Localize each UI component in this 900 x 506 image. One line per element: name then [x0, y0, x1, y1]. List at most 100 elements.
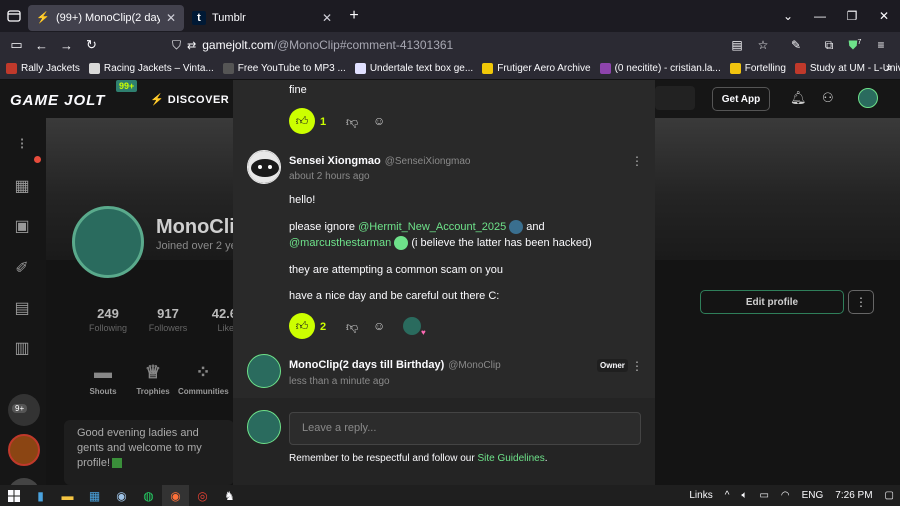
search-input[interactable] [655, 86, 695, 110]
mention-avatar [394, 236, 409, 250]
mention-link[interactable]: @Hermit_New_Account_2025 [358, 221, 506, 233]
stat-followers[interactable]: 917 Followers [138, 306, 198, 333]
edit-profile-button[interactable]: Edit profile [700, 290, 844, 314]
whatsapp-icon[interactable]: ◍ [135, 485, 162, 506]
chat-icon[interactable]: ▤ [10, 298, 34, 322]
back-icon[interactable]: ← [29, 32, 54, 58]
tab-overview-icon[interactable] [0, 0, 28, 32]
menu-icon[interactable]: ≡ [868, 38, 894, 52]
minimize-icon[interactable]: — [804, 0, 836, 32]
reply-input[interactable]: Leave a reply... [289, 412, 641, 445]
liker-avatar[interactable] [403, 317, 421, 335]
like-button[interactable]: 👍︎ [289, 313, 315, 339]
comment-options-icon[interactable]: ⋮ [631, 359, 643, 373]
trophies-link[interactable]: ♕ Trophies [128, 362, 178, 396]
wifi-icon[interactable]: ◠ [781, 490, 790, 501]
quests-icon[interactable]: ✐ [10, 258, 34, 282]
chevron-up-icon[interactable]: ^ [725, 490, 730, 501]
shield-icon[interactable]: ⛉ [172, 38, 181, 53]
tab-gamejolt[interactable]: ⚡ (99+) MonoClip(2 days till Birth ✕ [28, 4, 184, 31]
comment-time: less than a minute ago [289, 376, 390, 387]
dislike-icon[interactable]: 👎︎ [346, 115, 358, 130]
comment-author[interactable]: MonoClip(2 days till Birthday) @MonoClip [289, 359, 501, 371]
close-tab-icon[interactable]: ✕ [166, 11, 176, 25]
community-avatar[interactable] [8, 478, 40, 485]
bookmark-item[interactable]: Frutiger Aero Archive [482, 63, 591, 74]
file-explorer-icon[interactable]: ▬ [54, 485, 81, 506]
site-guidelines-link[interactable]: Site Guidelines [477, 453, 544, 464]
bookmarks-bar: Rally Jackets Racing Jackets – Vinta... … [0, 58, 900, 80]
list-tabs-icon[interactable]: ⌄ [772, 0, 804, 32]
commenter-avatar[interactable] [247, 150, 281, 184]
community-avatar[interactable]: 9+ [8, 394, 40, 426]
library-icon[interactable]: ▥ [10, 338, 34, 362]
backpack-icon[interactable]: ▣ [10, 216, 34, 240]
tab-tumblr[interactable]: t Tumblr ✕ [184, 5, 340, 31]
store-icon[interactable]: ▦ [10, 176, 34, 200]
comment-line: @marcusthestarman (i believe the latter … [289, 236, 592, 250]
bookmark-item[interactable]: Fortelling [729, 63, 786, 74]
community-avatar[interactable] [8, 434, 40, 466]
bookmark-item[interactable]: Rally Jackets [6, 63, 80, 74]
bell-icon[interactable]: 🔔︎ [790, 90, 807, 106]
permissions-icon[interactable]: ⇄ [187, 39, 196, 52]
guidelines-note: Remember to be respectful and follow our… [289, 453, 548, 464]
system-tray: Links ^ 🔈︎ ▭ ◠ ENG 7:26 PM ▢ [683, 485, 900, 506]
extension-icon[interactable]: ✎ [776, 38, 816, 52]
new-tab-button[interactable]: + [340, 7, 368, 25]
friends-icon[interactable]: ⚇ [822, 90, 834, 106]
mention-link[interactable]: @marcusthestarman [289, 237, 391, 249]
user-avatar[interactable] [858, 88, 878, 108]
network-icon[interactable]: ▭ [759, 490, 768, 501]
communities-link[interactable]: ⁘ Communities [178, 362, 229, 396]
language-indicator[interactable]: ENG [802, 490, 824, 501]
steam-icon[interactable]: ◉ [108, 485, 135, 506]
app-icon[interactable]: ♞ [216, 485, 243, 506]
store-app-icon[interactable]: ▦ [81, 485, 108, 506]
start-icon[interactable] [0, 485, 27, 506]
like-button[interactable]: 👍︎ [289, 108, 315, 134]
volume-icon[interactable]: 🔈︎ [741, 490, 747, 501]
shouts-link[interactable]: ▬ Shouts [78, 362, 128, 396]
profile-more-button[interactable]: ⋮ [848, 290, 874, 314]
clock[interactable]: 7:26 PM [835, 490, 872, 501]
address-bar[interactable]: ⛉ ⇄ gamejolt.com/@MonoClip#comment-41301… [172, 34, 724, 56]
profile-avatar[interactable] [72, 206, 144, 278]
bookmark-star-icon[interactable]: ☆ [750, 38, 776, 52]
owner-badge: Owner [597, 359, 628, 372]
comment-author[interactable]: Sensei Xiongmao @SenseiXiongmao [289, 155, 470, 167]
links-toolbar[interactable]: Links [689, 490, 712, 501]
reload-icon[interactable]: ↻ [79, 32, 104, 58]
reply-section: Leave a reply... Remember to be respectf… [233, 398, 655, 485]
site-logo[interactable]: GAME JOLT [10, 92, 105, 109]
activity-icon[interactable]: ⁝ [10, 134, 34, 158]
notifications-icon[interactable]: ▢ [885, 490, 894, 501]
bookmark-item[interactable]: Study at UM - L-Unive... [794, 63, 900, 74]
chrome-icon[interactable]: ◎ [189, 485, 216, 506]
dislike-icon[interactable]: 👎︎ [346, 320, 358, 335]
get-app-button[interactable]: Get App [712, 87, 770, 111]
shield-extension-icon[interactable]: ⛊7 [842, 38, 868, 53]
comment-options-icon[interactable]: ⋮ [631, 154, 643, 168]
extensions-puzzle-icon[interactable]: ⧉ [816, 38, 842, 53]
add-reaction-icon[interactable]: ☺ [373, 319, 385, 333]
bookmark-item[interactable]: Undertale text box ge... [354, 63, 473, 74]
firefox-icon[interactable]: ◉ [162, 485, 189, 506]
reader-view-icon[interactable]: ▤ [724, 38, 750, 52]
close-window-icon[interactable]: ✕ [868, 0, 900, 32]
forward-icon[interactable]: → [54, 32, 79, 58]
discover-link[interactable]: ⚡ DISCOVER [150, 93, 229, 106]
restore-icon[interactable]: ❐ [836, 0, 868, 32]
sidebar-toggle-icon[interactable]: ▭ [4, 32, 29, 58]
add-reaction-icon[interactable]: ☺ [373, 114, 385, 128]
more-bookmarks-icon[interactable]: » [886, 62, 892, 74]
bookmark-item[interactable]: (0 necitite) - cristian.la... [599, 63, 721, 74]
close-tab-icon[interactable]: ✕ [322, 11, 332, 25]
stat-following[interactable]: 249 Following [78, 306, 138, 333]
bookmark-item[interactable]: Racing Jackets – Vinta... [88, 63, 214, 74]
profile-bio: Good evening ladies and gents and welcom… [64, 420, 234, 485]
bookmark-item[interactable]: Free YouTube to MP3 ... [222, 63, 346, 74]
commenter-avatar[interactable] [247, 354, 281, 388]
app-icon[interactable]: ▮ [27, 485, 54, 506]
ext-badge: 7 [857, 38, 862, 46]
